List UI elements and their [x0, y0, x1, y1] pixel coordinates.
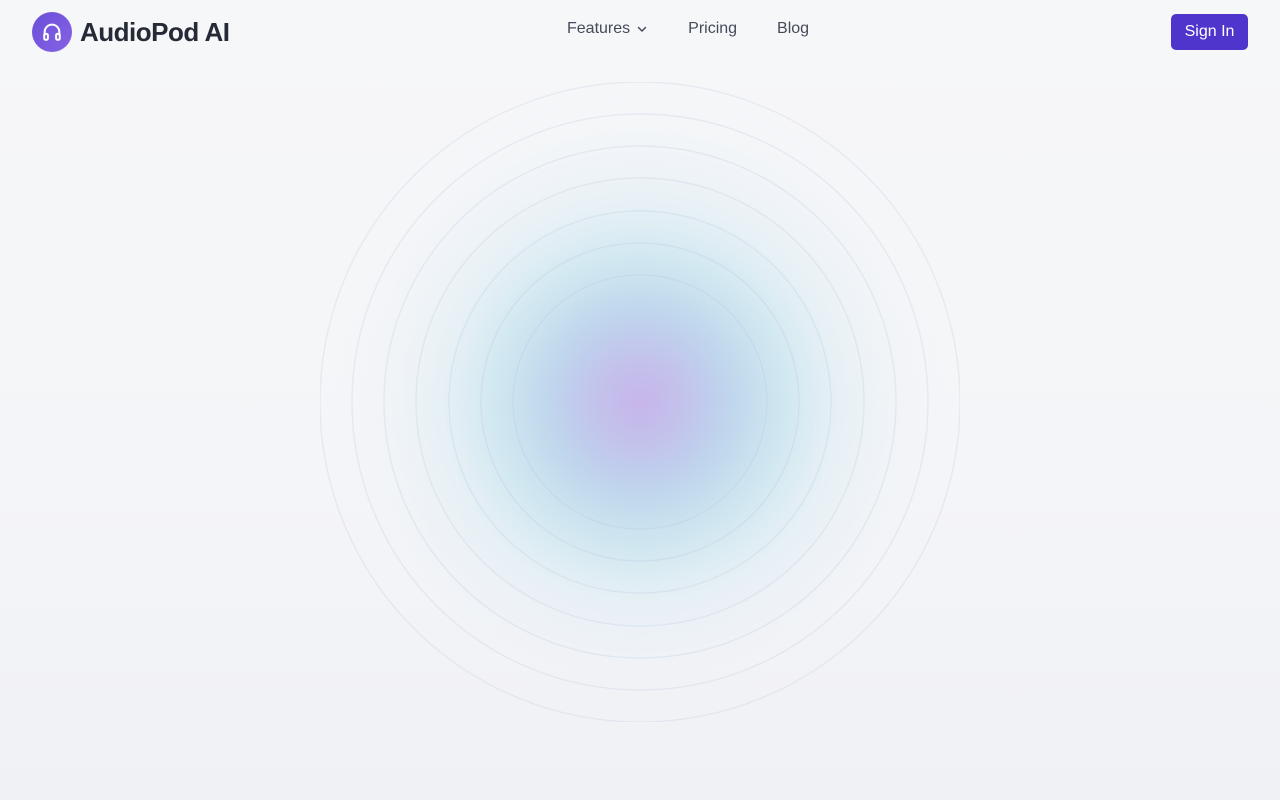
nav-item-label: Features: [567, 20, 631, 37]
chevron-down-icon: [636, 23, 648, 35]
brand-name: AudioPod AI: [80, 16, 230, 47]
brand-home-link[interactable]: AudioPod AI: [32, 12, 230, 52]
sign-in-button[interactable]: Sign In: [1171, 14, 1248, 50]
nav-item-label: Pricing: [688, 20, 738, 37]
headphones-icon: [32, 12, 72, 52]
top-navigation-bar: AudioPod AI Features Pricing Blog Sign I…: [0, 0, 1280, 64]
nav-item-features[interactable]: Features: [567, 20, 648, 38]
orb-core: [510, 272, 770, 532]
nav-item-blog[interactable]: Blog: [777, 20, 809, 38]
audio-orb-visual: [320, 82, 960, 722]
nav-item-pricing[interactable]: Pricing: [688, 20, 737, 38]
nav-item-label: Blog: [777, 20, 810, 37]
main-nav: Features Pricing Blog: [567, 20, 809, 38]
